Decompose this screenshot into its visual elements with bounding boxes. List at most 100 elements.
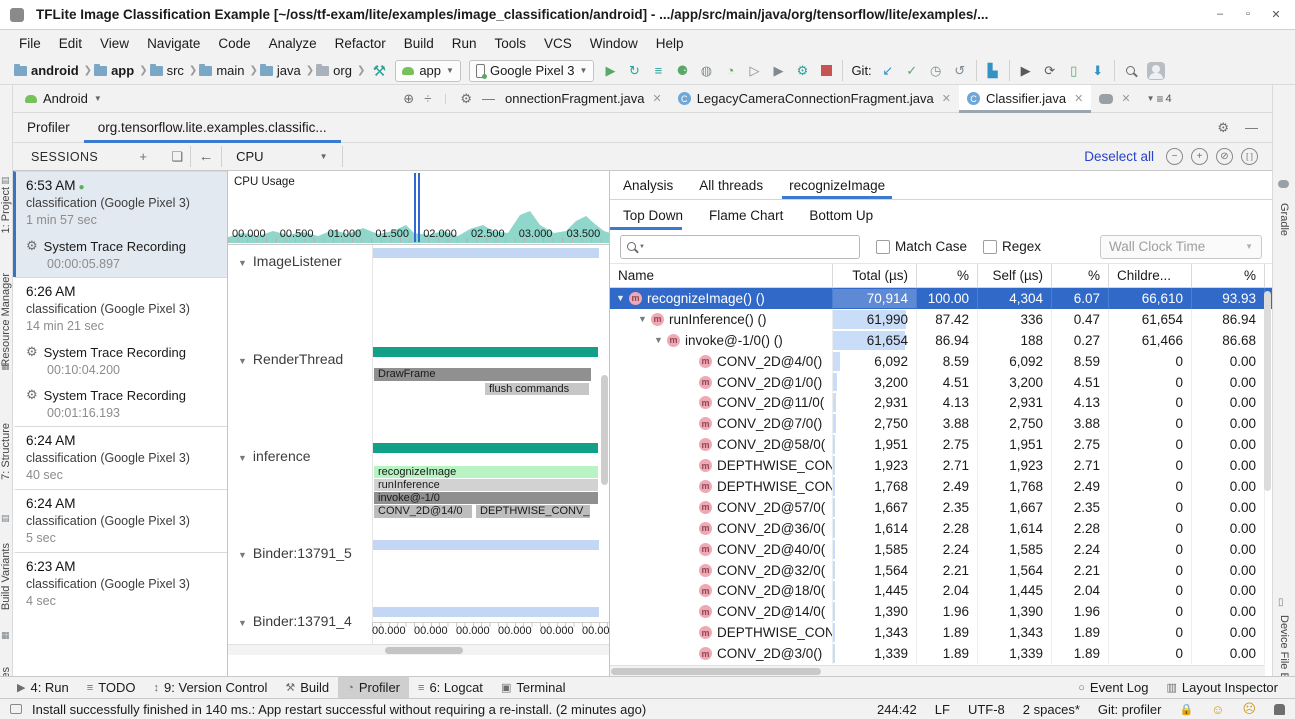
git-rollback-icon[interactable]: ↺ <box>948 60 972 82</box>
apply-code-changes-icon[interactable]: ≡ <box>646 60 670 82</box>
hide-panel-icon[interactable]: — <box>482 91 495 106</box>
selection-marker-line[interactable] <box>414 173 416 242</box>
menu-item[interactable]: Code <box>209 33 259 54</box>
table-vertical-scrollbar[interactable] <box>1264 291 1271 491</box>
thread-lane-label[interactable]: ▼ImageListener <box>238 253 342 269</box>
collapse-triangle-icon[interactable]: ▼ <box>238 258 247 268</box>
collapse-triangle-icon[interactable]: ▼ <box>238 356 247 366</box>
close-tab-icon[interactable]: ✕ <box>942 92 951 105</box>
close-tab-icon[interactable]: ✕ <box>652 92 661 105</box>
trace-event-bar[interactable] <box>373 540 599 550</box>
deselect-all-link[interactable]: Deselect all <box>1084 149 1154 164</box>
table-row[interactable]: mCONV_2D@36/0( 1,614 2.28 1,614 2.28 0 0… <box>610 518 1272 539</box>
locate-file-icon[interactable]: ⊕ <box>403 91 414 107</box>
timeline-horizontal-scrollbar[interactable] <box>228 644 610 655</box>
trace-event-bar[interactable] <box>373 347 598 357</box>
close-button[interactable]: ✕ <box>1269 8 1283 21</box>
table-row[interactable]: ▼mrunInference() () 61,990 87.42 336 0.4… <box>610 309 1272 330</box>
regex-checkbox[interactable]: Regex <box>983 239 1041 254</box>
tool-window-button[interactable]: ≡ TODO <box>78 677 145 699</box>
tool-window-button[interactable]: ≡ 6: Logcat <box>409 677 492 699</box>
menu-item[interactable]: File <box>10 33 50 54</box>
tool-window-button[interactable]: ◔ Profiler <box>338 677 409 699</box>
session-list-item[interactable]: ⚙System Trace Recording 00:01:16.193 <box>13 383 227 426</box>
coverage-icon[interactable]: ◍ <box>694 60 718 82</box>
device-manager-icon[interactable]: ▯ <box>1062 60 1086 82</box>
search-input[interactable] <box>648 239 853 254</box>
analysis-tab[interactable]: All threads <box>686 171 776 199</box>
trace-event-bar[interactable]: invoke@-1/0 <box>374 492 598 504</box>
make-project-hammer-icon[interactable]: ⚒ <box>367 60 391 82</box>
gradle-sync-icon[interactable]: ⟳ <box>1038 60 1062 82</box>
menu-item[interactable]: Analyze <box>260 33 326 54</box>
table-row[interactable]: mCONV_2D@4/0() 6,092 8.59 6,092 8.59 0 0… <box>610 351 1272 372</box>
trace-event-bar[interactable]: flush commands <box>485 383 589 395</box>
run-anything-icon[interactable]: ▶ <box>1014 60 1038 82</box>
profile-icon[interactable]: ◔ <box>718 60 742 82</box>
search-history-arrow-icon[interactable]: ▼ <box>639 244 645 250</box>
event-log-button[interactable]: ○Event Log <box>1069 677 1157 699</box>
minimize-button[interactable]: – <box>1213 8 1227 21</box>
menu-item[interactable]: Help <box>647 33 693 54</box>
run-button[interactable]: ▶ <box>598 60 622 82</box>
maximize-button[interactable]: ▫ <box>1241 8 1255 21</box>
collapse-triangle-icon[interactable]: ▼ <box>238 550 247 560</box>
trace-event-bar[interactable] <box>373 443 598 453</box>
debug-icon[interactable]: ⚈ <box>670 60 694 82</box>
table-row[interactable]: ▼minvoke@-1/0() () 61,654 86.94 188 0.27… <box>610 330 1272 351</box>
caret-position[interactable]: 244:42 <box>877 702 917 717</box>
project-view-selector[interactable]: Android <box>43 91 88 106</box>
status-toggle-icon[interactable] <box>10 704 22 714</box>
analysis-subtab[interactable]: Flame Chart <box>696 200 796 230</box>
table-row[interactable]: mCONV_2D@32/0( 1,564 2.21 1,564 2.21 0 0… <box>610 560 1272 581</box>
clock-type-dropdown[interactable]: Wall Clock Time▼ <box>1100 235 1262 259</box>
session-list-item[interactable]: 6:23 AM classification (Google Pixel 3) … <box>13 552 227 615</box>
profile-avatar[interactable] <box>1147 62 1165 80</box>
table-horizontal-scrollbar[interactable] <box>610 665 1265 676</box>
breadcrumb-java[interactable]: java <box>260 63 301 78</box>
attach-profiler-icon[interactable]: ▶ <box>766 60 790 82</box>
trace-event-bar[interactable]: DEPTHWISE_CONV_... <box>476 505 590 518</box>
editor-tab-disabled[interactable]: ✕ <box>1091 85 1138 113</box>
collapse-triangle-icon[interactable]: ▼ <box>238 453 247 463</box>
hide-profiler-icon[interactable]: — <box>1245 120 1258 136</box>
tool-button-project[interactable]: 1: Project <box>0 187 12 233</box>
encoding-indicator[interactable]: UTF-8 <box>968 702 1005 717</box>
tool-button-build-variants[interactable]: Build Variants <box>0 543 12 610</box>
table-header-cell[interactable]: Self (µs) <box>978 264 1052 287</box>
git-branch-indicator[interactable]: Git: profiler <box>1098 702 1162 717</box>
thread-lane-label[interactable]: ▼RenderThread <box>238 351 343 367</box>
git-update-icon[interactable]: ↙ <box>876 60 900 82</box>
table-row[interactable]: mCONV_2D@7/0() 2,750 3.88 2,750 3.88 0 0… <box>610 413 1272 434</box>
sdk-manager-icon[interactable]: ⬇ <box>1086 60 1110 82</box>
line-ending-indicator[interactable]: LF <box>935 702 950 717</box>
breadcrumb-org[interactable]: org <box>316 63 352 78</box>
close-tab-icon[interactable]: ✕ <box>1074 92 1083 105</box>
layout-inspector-button[interactable]: ▥Layout Inspector <box>1157 677 1287 699</box>
tool-window-button[interactable]: ▣ Terminal <box>492 677 575 699</box>
apply-changes-icon[interactable]: ↻ <box>622 60 646 82</box>
breadcrumb-src[interactable]: src <box>150 63 184 78</box>
git-history-icon[interactable]: ◷ <box>924 60 948 82</box>
session-list-item[interactable]: 6:53 AM● classification (Google Pixel 3)… <box>13 171 227 234</box>
analysis-tab[interactable]: Analysis <box>610 171 686 199</box>
session-list-item[interactable]: ⚙System Trace Recording 00:10:04.200 <box>13 340 227 383</box>
tab-profiler[interactable]: Profiler <box>13 113 84 143</box>
tool-window-button[interactable]: ⚒ Build <box>276 677 338 699</box>
table-header-cell[interactable]: Childre... <box>1109 264 1192 287</box>
trace-event-bar[interactable] <box>373 607 599 617</box>
git-commit-icon[interactable]: ✓ <box>900 60 924 82</box>
table-row[interactable]: mDEPTHWISE_CON 1,343 1.89 1,343 1.89 0 0… <box>610 622 1272 643</box>
thread-lane-label[interactable]: ▼Binder:13791_4 <box>238 613 352 629</box>
table-row[interactable]: mCONV_2D@57/0( 1,667 2.35 1,667 2.35 0 0… <box>610 497 1272 518</box>
session-list-item[interactable]: 6:24 AM classification (Google Pixel 3) … <box>13 489 227 552</box>
attach-debugger-icon[interactable]: ▷ <box>742 60 766 82</box>
trace-event-bar[interactable]: recognizeImage <box>374 466 598 478</box>
table-row[interactable]: mCONV_2D@1/0() 3,200 4.51 3,200 4.51 0 0… <box>610 372 1272 393</box>
menu-item[interactable]: Window <box>581 33 647 54</box>
trace-event-bar[interactable]: runInference <box>374 479 598 491</box>
search-everywhere-icon[interactable] <box>1119 60 1143 82</box>
trace-event-bar[interactable]: DrawFrame <box>374 368 591 381</box>
menu-item[interactable]: VCS <box>535 33 581 54</box>
stop-session-icon[interactable] <box>154 149 166 164</box>
